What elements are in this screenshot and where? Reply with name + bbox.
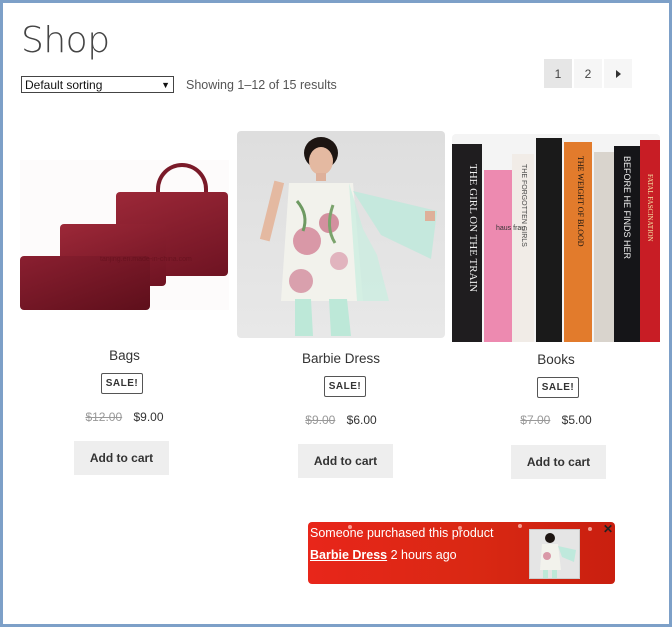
notification-detail: Barbie Dress 2 hours ago xyxy=(310,548,457,562)
price: $12.00 $9.00 xyxy=(20,410,229,424)
product-image-bags[interactable]: tanjing.en.made-in-china.com xyxy=(20,160,229,310)
bag-small xyxy=(20,256,150,310)
sort-select-value: Default sorting xyxy=(25,77,103,92)
sale-price: $5.00 xyxy=(561,413,592,427)
add-to-cart-button[interactable]: Add to cart xyxy=(74,441,169,475)
sale-badge: SALE! xyxy=(101,373,143,394)
spine-title: FATAL FASCINATION xyxy=(646,174,654,242)
add-to-cart-button[interactable]: Add to cart xyxy=(511,445,606,479)
sort-select[interactable]: Default sorting ▼ xyxy=(21,76,174,93)
spine-title: THE FORGOTTEN GIRLS xyxy=(520,164,527,247)
triangle-right-icon xyxy=(615,69,621,78)
pagination: 1 2 xyxy=(544,59,634,88)
add-to-cart-button[interactable]: Add to cart xyxy=(298,444,393,478)
next-page-button[interactable] xyxy=(604,59,632,88)
sale-badge: SALE! xyxy=(537,377,579,398)
spine-title: THE GIRL ON THE TRAIN xyxy=(467,164,479,292)
price: $7.00 $5.00 xyxy=(452,413,660,427)
sale-price: $9.00 xyxy=(133,410,164,424)
spine-title: THE WEIGHT OF BLOOD xyxy=(576,156,585,247)
product-card-bags: tanjing.en.made-in-china.com Bags SALE! … xyxy=(20,160,229,480)
result-count: Showing 1–12 of 15 results xyxy=(186,78,337,92)
spine-title: BEFORE HE FINDS HER xyxy=(622,156,632,260)
sparkle-decoration xyxy=(518,524,522,528)
product-title[interactable]: Barbie Dress xyxy=(237,351,445,366)
old-price: $7.00 xyxy=(520,413,551,427)
chevron-down-icon: ▼ xyxy=(161,79,170,90)
notification-product-link[interactable]: Barbie Dress xyxy=(310,548,387,562)
page-number-1[interactable]: 1 xyxy=(544,59,572,88)
sparkle-decoration xyxy=(588,527,592,531)
notification-time: 2 hours ago xyxy=(390,548,457,562)
notification-message: Someone purchased this product xyxy=(310,526,494,540)
close-icon[interactable]: ✕ xyxy=(603,522,613,536)
sale-price: $6.00 xyxy=(346,413,377,427)
old-price: $9.00 xyxy=(305,413,336,427)
girl-in-dress-illustration xyxy=(259,137,437,336)
price: $9.00 $6.00 xyxy=(237,413,445,427)
product-card-barbie-dress: Barbie Dress SALE! $9.00 $6.00 Add to ca… xyxy=(237,131,445,481)
thumbnail-girl-image xyxy=(530,530,579,578)
page-number-2[interactable]: 2 xyxy=(574,59,602,88)
sale-badge: SALE! xyxy=(324,376,366,397)
product-image-books[interactable]: THE GIRL ON THE TRAIN haus frau THE FORG… xyxy=(452,134,660,342)
product-card-books: THE GIRL ON THE TRAIN haus frau THE FORG… xyxy=(452,134,660,484)
image-watermark: tanjing.en.made-in-china.com xyxy=(100,256,192,263)
old-price: $12.00 xyxy=(85,410,123,424)
sales-notification-popup[interactable]: Someone purchased this product Barbie Dr… xyxy=(308,522,615,584)
product-title[interactable]: Bags xyxy=(20,348,229,363)
product-image-barbie-dress[interactable] xyxy=(237,131,445,338)
page-title: Shop xyxy=(21,20,110,61)
book-titles-overlay: THE GIRL ON THE TRAIN haus frau THE FORG… xyxy=(467,156,654,292)
notification-product-thumbnail[interactable] xyxy=(529,529,580,579)
product-title[interactable]: Books xyxy=(452,352,660,367)
